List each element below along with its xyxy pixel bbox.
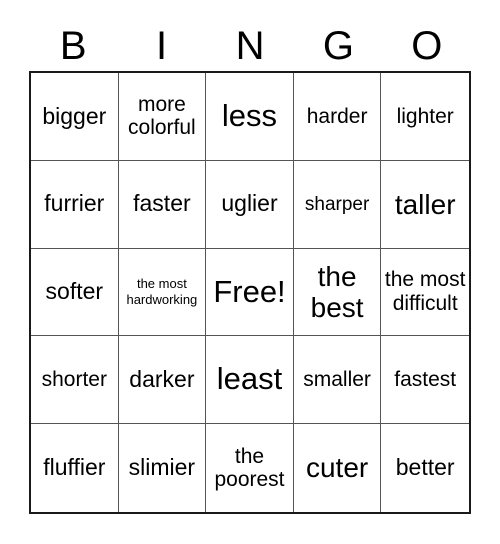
bingo-cell-r1-c3[interactable]: less [206,73,294,161]
bingo-cell-r2-c4[interactable]: sharper [293,160,382,249]
bingo-cell-label: more colorful [128,92,196,140]
bingo-cell-label: shorter [41,368,107,392]
bingo-cell-r2-c2[interactable]: faster [118,160,207,249]
bingo-cell-label: furrier [44,190,105,217]
bingo-cell-r2-c3[interactable]: uglier [206,160,294,249]
bingo-cell-r3-c2[interactable]: the most hardworking [118,248,207,337]
bingo-cell-label: smaller [303,368,371,392]
bingo-cell-label: less [221,98,278,134]
bingo-cell-label: the poorest [214,444,285,492]
bingo-cell-label: taller [394,188,456,220]
bingo-cell-label: better [395,454,455,481]
bingo-cell-r1-c2[interactable]: more colorful [118,73,207,161]
bingo-cell-r4-c3[interactable]: least [206,336,294,425]
bingo-grid: bigger more colorful less harder lighter furr… [29,71,471,514]
bingo-cell-label: the most hardworking [126,275,198,307]
bingo-cell-r2-c5[interactable]: taller [381,161,469,249]
bingo-cell-label: darker [129,365,195,392]
bingo-header-letter-g: G [322,24,354,68]
bingo-header-letter-b: B [59,24,87,68]
bingo-cell-r5-c5[interactable]: better [381,424,469,512]
bingo-cell-r3-c5[interactable]: the most difficult [381,249,469,337]
bingo-cell-r4-c1[interactable]: shorter [31,336,119,425]
bingo-card: B I N G O bigger more colorful less harder light… [0,0,500,544]
bingo-cell-label: cuter [305,452,369,484]
bingo-cell-r1-c4[interactable]: harder [293,73,382,161]
bingo-cell-label: fluffier [43,454,106,481]
bingo-cell-label: harder [306,104,368,128]
bingo-cell-r4-c2[interactable]: darker [118,336,207,425]
bingo-header-letter-o: O [411,24,443,68]
bingo-cell-r5-c4[interactable]: cuter [294,424,382,512]
bingo-cell-r2-c1[interactable]: furrier [31,160,119,249]
bingo-cell-label: faster [133,190,191,217]
bingo-cell-label: bigger [42,102,107,129]
bingo-cell-label: Free! [213,273,286,309]
bingo-cell-label: the most difficult [384,268,466,315]
bingo-cell-r5-c1[interactable]: fluffier [31,424,119,512]
bingo-cell-r5-c3[interactable]: the poorest [206,424,294,512]
bingo-cell-label: uglier [221,190,278,217]
bingo-cell-r1-c5[interactable]: lighter [381,73,469,161]
bingo-header-row: BINGO [29,22,471,70]
bingo-free-space[interactable]: Free! [206,248,294,337]
bingo-cell-r3-c4[interactable]: the best [293,248,382,337]
bingo-cell-label: slimier [128,454,196,481]
bingo-cell-label: sharper [304,193,370,215]
bingo-cell-label: least [216,361,283,397]
bingo-cell-label: lighter [396,104,454,128]
bingo-cell-label: softer [45,278,104,305]
bingo-cell-label: the best [310,260,364,323]
bingo-header-letter-i: I [156,24,168,68]
bingo-header-letter-n: N [235,24,265,68]
bingo-cell-r4-c5[interactable]: fastest [381,336,469,425]
bingo-cell-r3-c1[interactable]: softer [31,248,119,337]
bingo-cell-r5-c2[interactable]: slimier [119,424,207,512]
bingo-cell-r4-c4[interactable]: smaller [293,336,382,425]
bingo-cell-label: fastest [394,368,457,392]
bingo-cell-r1-c1[interactable]: bigger [31,73,119,161]
